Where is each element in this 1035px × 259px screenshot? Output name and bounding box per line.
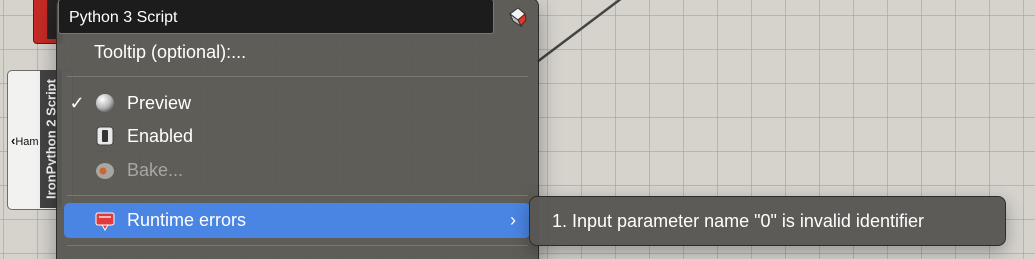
bake-egg-icon: [94, 159, 116, 181]
input-param-label: Ham: [15, 136, 39, 148]
grasshopper-canvas[interactable]: ‹Ham IronPython 2 Script Python 3 Script…: [0, 0, 1035, 259]
eraser-icon[interactable]: [507, 6, 529, 28]
context-menu: Python 3 Script Tooltip (optional):... ✓: [56, 0, 539, 259]
runtime-errors-submenu: 1. Input parameter name "0" is invalid i…: [529, 196, 1006, 246]
component-name-field[interactable]: Python 3 Script: [58, 0, 494, 34]
error-flag-icon: [94, 209, 116, 231]
menu-item-bake: Bake...: [57, 154, 538, 186]
chevron-right-icon: ›: [510, 210, 516, 230]
menu-item-preview[interactable]: ✓ Preview: [57, 87, 538, 119]
menu-separator: [67, 195, 528, 196]
menu-separator: [67, 76, 528, 77]
toggle-icon: [94, 125, 116, 147]
menu-item-label: Runtime errors: [127, 210, 247, 230]
input-param-ham[interactable]: ‹Ham: [11, 133, 39, 148]
menu-item-label: Preview: [127, 93, 192, 113]
tooltip-label: Tooltip (optional):...: [94, 42, 247, 62]
menu-item-runtime-errors[interactable]: Runtime errors ›: [64, 203, 530, 238]
menu-item-enabled[interactable]: Enabled: [57, 120, 538, 152]
submenu-error-item[interactable]: 1. Input parameter name "0" is invalid i…: [552, 197, 924, 245]
tooltip-item[interactable]: Tooltip (optional):...: [57, 36, 538, 68]
menu-separator: [67, 245, 528, 246]
sphere-icon: [94, 92, 116, 114]
menu-item-label: Enabled: [127, 126, 194, 146]
checkmark-icon: ✓: [69, 93, 85, 113]
menu-item-label: Bake...: [127, 160, 184, 180]
